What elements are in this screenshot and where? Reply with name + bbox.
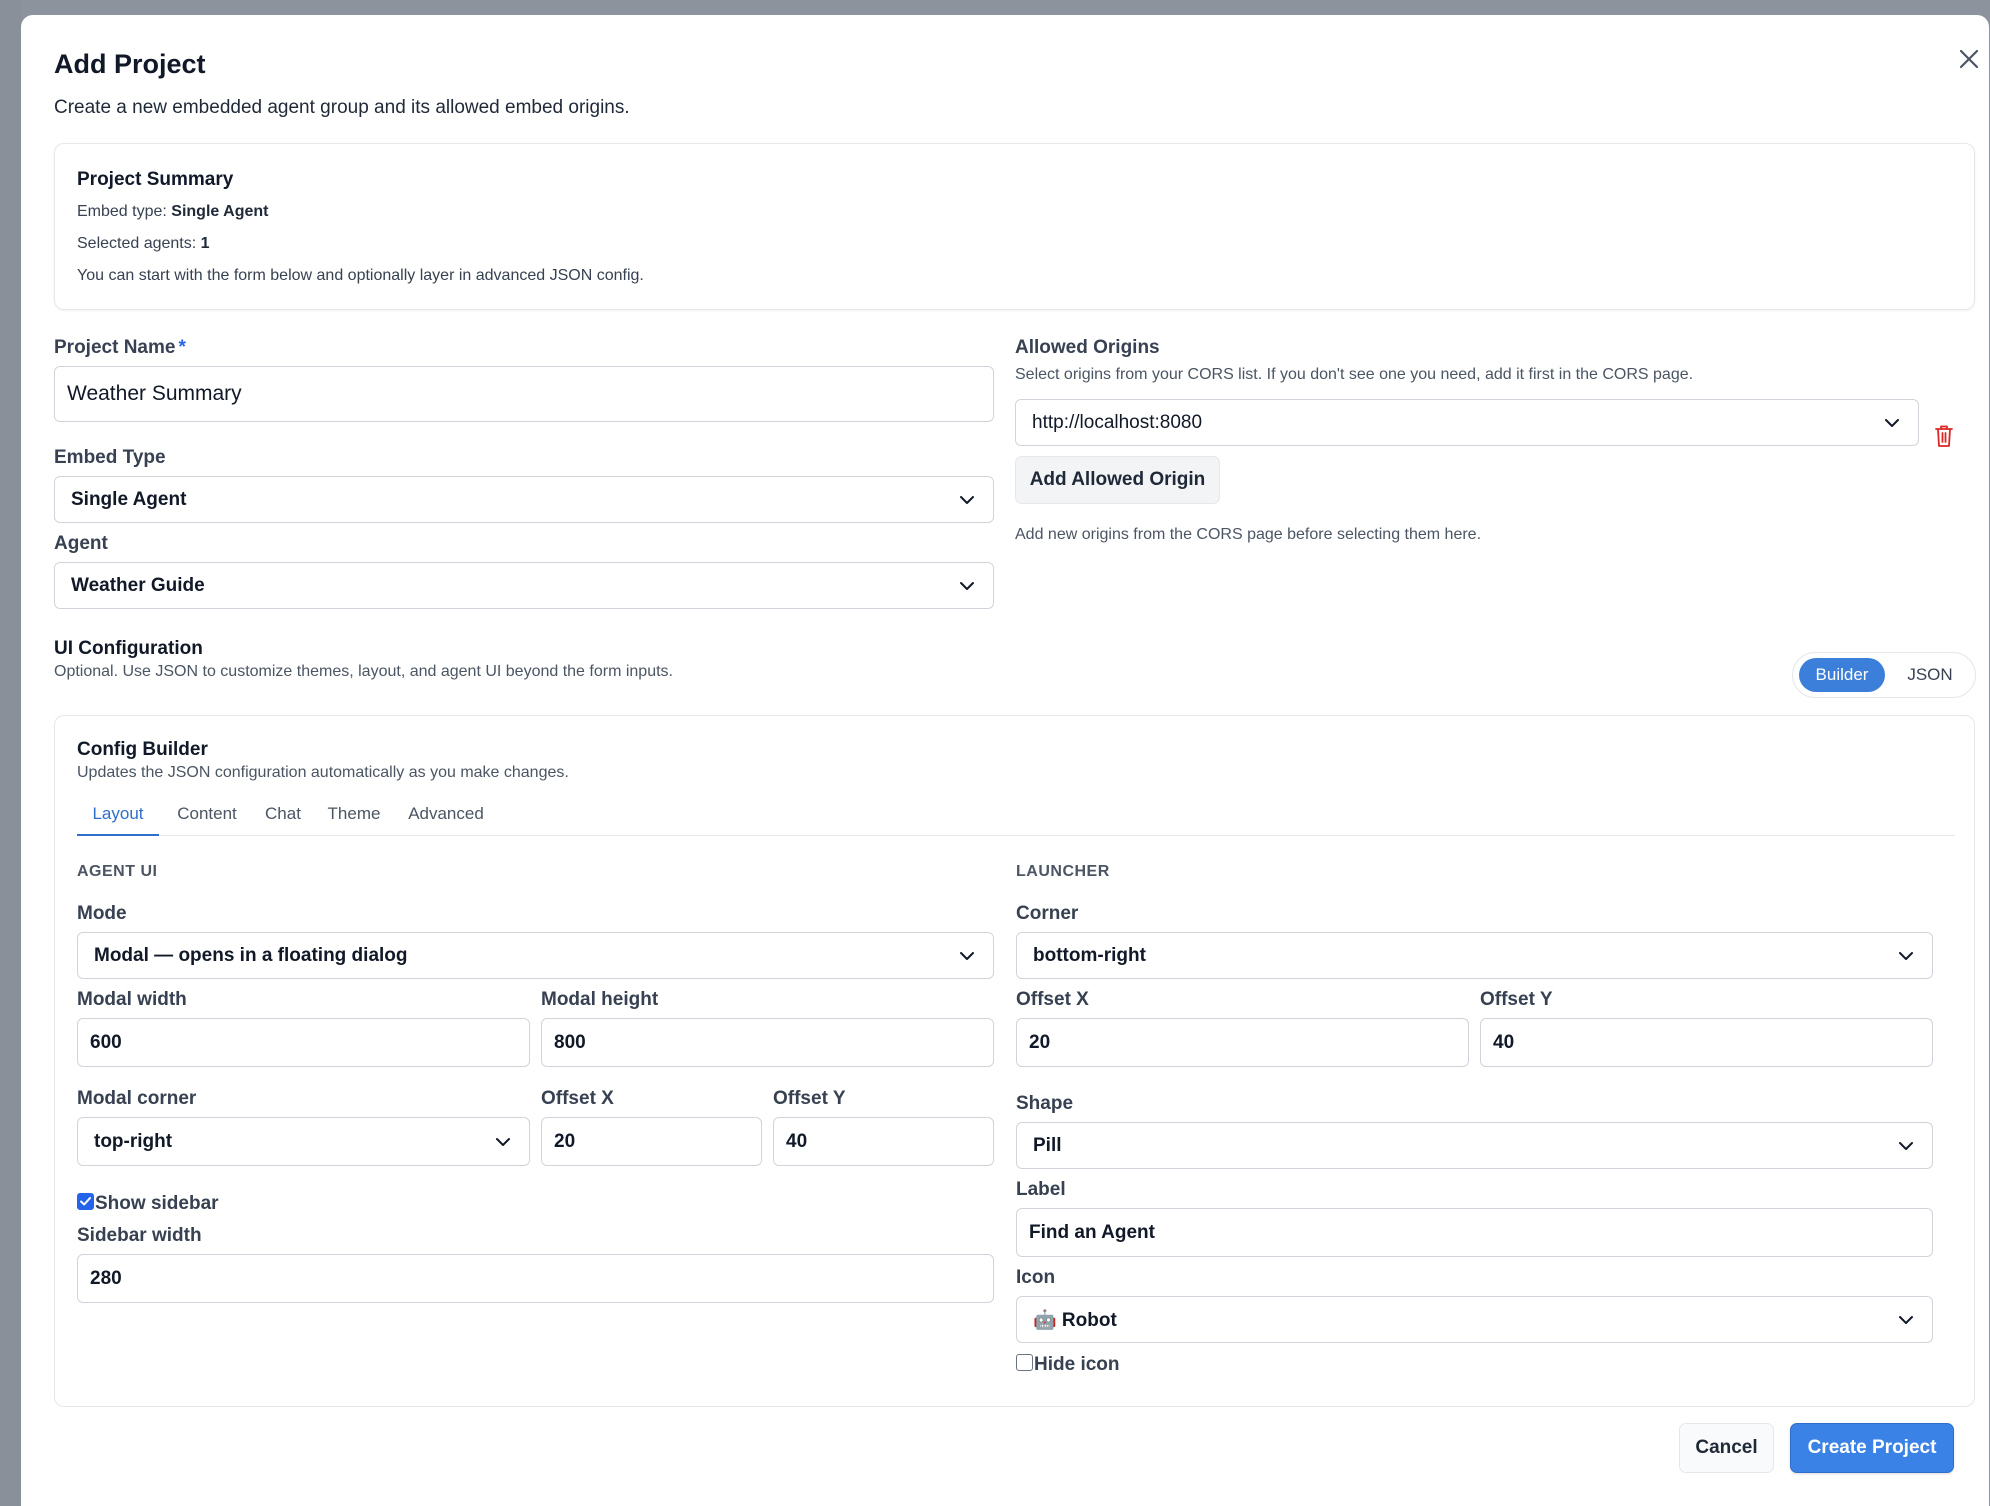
allowed-origins-label: Allowed Origins <box>1015 337 1160 358</box>
close-icon <box>1959 49 1979 69</box>
modal-width-input[interactable] <box>77 1018 530 1067</box>
icon-label: Icon <box>1016 1267 1056 1288</box>
embed-type-value: Single Agent <box>71 488 187 510</box>
page-backdrop <box>0 0 22 1506</box>
show-sidebar-label: Show sidebar <box>95 1193 219 1214</box>
close-button[interactable] <box>1951 41 1987 77</box>
trash-icon[interactable] <box>1932 423 1956 449</box>
summary-embed-type-label: Embed type: <box>77 203 167 220</box>
launcher-label-input[interactable] <box>1016 1208 1933 1257</box>
modal-width-label: Modal width <box>77 989 187 1010</box>
modal-corner-select[interactable]: top-right <box>77 1117 530 1166</box>
chevron-down-icon <box>496 1137 510 1146</box>
ui-configuration-description: Optional. Use JSON to customize themes, … <box>54 663 673 680</box>
summary-embed-type-value: Single Agent <box>171 203 269 220</box>
shape-value: Pill <box>1033 1134 1062 1156</box>
required-marker: * <box>178 337 186 358</box>
project-name-input[interactable] <box>54 366 994 422</box>
ui-configuration-title: UI Configuration <box>54 638 203 659</box>
agent-select[interactable]: Weather Guide <box>54 562 994 609</box>
summary-embed-type: Embed type: Single Agent <box>77 203 268 221</box>
launcher-offset-x-input[interactable] <box>1016 1018 1469 1067</box>
modal-corner-value: top-right <box>94 1130 173 1152</box>
launcher-label-label: Label <box>1016 1179 1066 1200</box>
add-allowed-origin-button[interactable]: Add Allowed Origin <box>1015 456 1220 504</box>
corner-select[interactable]: bottom-right <box>1016 932 1933 979</box>
summary-title: Project Summary <box>77 169 234 190</box>
mode-select[interactable]: Modal — opens in a floating dialog <box>77 932 994 979</box>
add-project-dialog: Add Project Create a new embedded agent … <box>21 15 1989 1506</box>
embed-type-select[interactable]: Single Agent <box>54 476 994 523</box>
modal-offset-x-input[interactable] <box>541 1117 762 1166</box>
create-project-button[interactable]: Create Project <box>1790 1423 1954 1473</box>
summary-selected-agents: Selected agents: 1 <box>77 235 210 253</box>
chevron-down-icon <box>1899 1315 1913 1324</box>
tab-content[interactable]: Content <box>167 796 247 836</box>
chevron-down-icon <box>1885 418 1899 427</box>
hide-icon-checkbox[interactable] <box>1016 1354 1033 1371</box>
allowed-origins-help: Select origins from your CORS list. If y… <box>1015 366 1694 383</box>
checkmark-icon <box>80 1197 91 1206</box>
config-tabs: Layout Content Chat Theme Advanced <box>77 796 1955 836</box>
modal-offset-x-label: Offset X <box>541 1088 614 1109</box>
config-builder-title: Config Builder <box>77 739 208 760</box>
agent-label: Agent <box>54 533 108 554</box>
modal-corner-label: Modal corner <box>77 1088 197 1109</box>
mode-label: Mode <box>77 903 127 924</box>
builder-json-toggle: Builder JSON <box>1792 652 1976 698</box>
chevron-down-icon <box>1899 951 1913 960</box>
project-name-label-text: Project Name <box>54 337 176 358</box>
launcher-heading: LAUNCHER <box>1016 863 1110 880</box>
hide-icon-label: Hide icon <box>1034 1354 1120 1375</box>
chevron-down-icon <box>960 495 974 504</box>
icon-value: 🤖 Robot <box>1033 1309 1117 1331</box>
tab-advanced[interactable]: Advanced <box>397 796 495 836</box>
icon-select[interactable]: 🤖 Robot <box>1016 1296 1933 1343</box>
summary-selected-agents-value: 1 <box>200 235 210 252</box>
launcher-offset-y-input[interactable] <box>1480 1018 1933 1067</box>
allowed-origins-footer-help: Add new origins from the CORS page befor… <box>1015 526 1482 543</box>
allowed-origin-select[interactable]: http://localhost:8080 <box>1015 399 1919 446</box>
chevron-down-icon <box>1899 1141 1913 1150</box>
dialog-description: Create a new embedded agent group and it… <box>54 97 630 118</box>
project-summary-card: Project Summary Embed type: Single Agent… <box>54 143 1975 310</box>
tab-layout[interactable]: Layout <box>77 796 159 836</box>
modal-height-input[interactable] <box>541 1018 994 1067</box>
modal-height-label: Modal height <box>541 989 659 1010</box>
dialog-title: Add Project <box>54 49 206 79</box>
mode-value: Modal — opens in a floating dialog <box>94 944 408 966</box>
config-builder-card: Config Builder Updates the JSON configur… <box>54 715 1975 1407</box>
tab-theme[interactable]: Theme <box>319 796 389 836</box>
embed-type-label: Embed Type <box>54 447 166 468</box>
allowed-origin-value: http://localhost:8080 <box>1032 411 1203 433</box>
shape-label: Shape <box>1016 1093 1074 1114</box>
modal-offset-y-label: Offset Y <box>773 1088 846 1109</box>
agent-value: Weather Guide <box>71 574 205 596</box>
builder-toggle-button[interactable]: Builder <box>1799 658 1885 692</box>
tab-chat[interactable]: Chat <box>255 796 311 836</box>
sidebar-width-input[interactable] <box>77 1254 994 1303</box>
sidebar-width-label: Sidebar width <box>77 1225 202 1246</box>
launcher-offset-x-label: Offset X <box>1016 989 1089 1010</box>
modal-offset-y-input[interactable] <box>773 1117 994 1166</box>
cancel-button[interactable]: Cancel <box>1679 1423 1774 1473</box>
summary-note: You can start with the form below and op… <box>77 267 644 284</box>
summary-selected-agents-label: Selected agents: <box>77 235 197 252</box>
launcher-offset-y-label: Offset Y <box>1480 989 1553 1010</box>
corner-value: bottom-right <box>1033 944 1146 966</box>
show-sidebar-checkbox[interactable] <box>77 1193 94 1210</box>
corner-label: Corner <box>1016 903 1079 924</box>
json-toggle-button[interactable]: JSON <box>1891 658 1969 692</box>
chevron-down-icon <box>960 951 974 960</box>
chevron-down-icon <box>960 581 974 590</box>
project-name-label: Project Name * <box>54 337 186 359</box>
agent-ui-heading: AGENT UI <box>77 863 158 880</box>
shape-select[interactable]: Pill <box>1016 1122 1933 1169</box>
config-builder-description: Updates the JSON configuration automatic… <box>77 764 569 781</box>
